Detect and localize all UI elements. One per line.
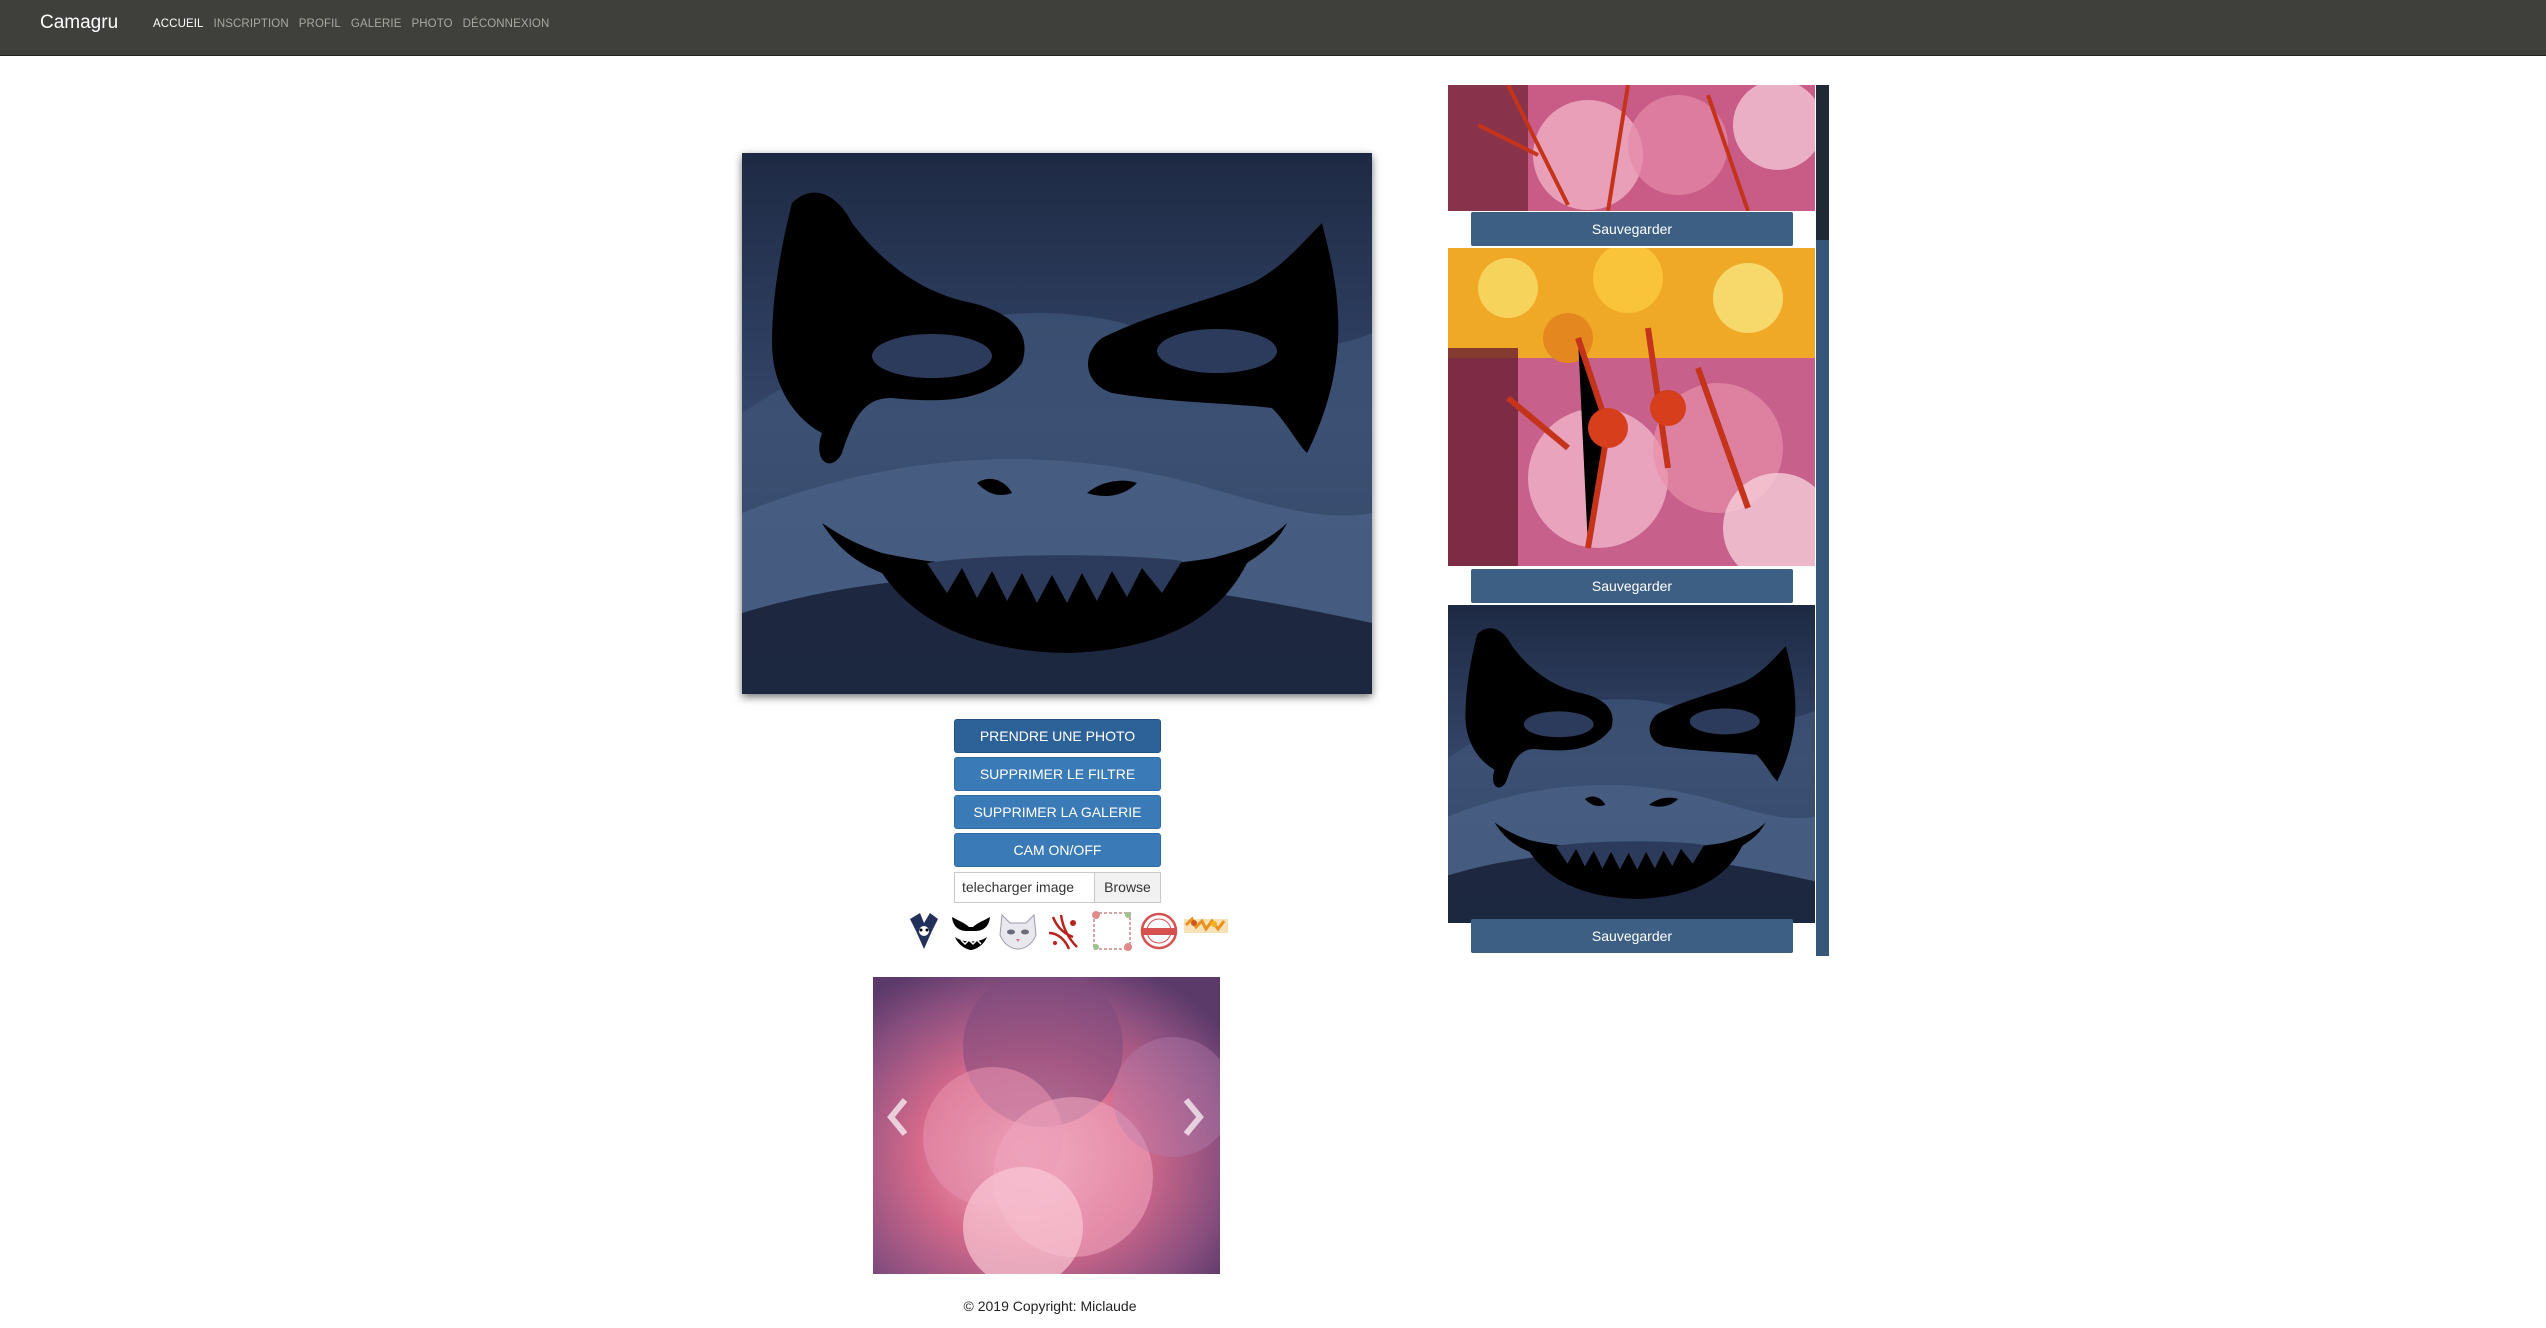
save-button[interactable]: Sauvegarder (1471, 212, 1793, 246)
jester-filter-icon[interactable] (902, 909, 946, 953)
carousel-next-icon[interactable] (1178, 1092, 1208, 1142)
gallery-scrollbar-thumb[interactable] (1816, 240, 1829, 956)
brand-logo[interactable]: Camagru (40, 12, 118, 34)
gallery-image (1448, 85, 1815, 211)
gallery-panel: Sauvegarder Sauvegarder Sauvegarder (1448, 85, 1830, 956)
cat-mask-filter-icon[interactable] (996, 909, 1040, 953)
nav-link-galerie[interactable]: GALERIE (351, 18, 402, 30)
filter-list (902, 909, 1229, 955)
nav-link-profil[interactable]: PROFIL (299, 18, 341, 30)
camera-preview (742, 153, 1372, 694)
preview-image (742, 153, 1372, 694)
gallery-item (1448, 248, 1815, 566)
browse-button[interactable]: Browse (1094, 873, 1160, 902)
nav-link-inscription[interactable]: INSCRIPTION (214, 18, 289, 30)
copyright-footer: © 2019 Copyright: Miclaude (963, 1298, 1137, 1314)
nav-link-deconnexion[interactable]: DÉCONNEXION (463, 18, 550, 30)
flower-frame-filter-icon[interactable] (1090, 909, 1134, 953)
gallery-scrollbar[interactable] (1816, 85, 1829, 956)
autumn-leaves-filter-icon[interactable] (1184, 909, 1228, 953)
take-photo-button[interactable]: PRENDRE UNE PHOTO (954, 719, 1161, 753)
nav-link-photo[interactable]: PHOTO (411, 18, 452, 30)
carousel-image (873, 977, 1220, 1274)
carousel-prev-icon[interactable] (883, 1092, 913, 1142)
upload-field[interactable]: telecharger image Browse (954, 872, 1161, 903)
nav-links: ACCUEIL INSCRIPTION PROFIL GALERIE PHOTO… (153, 18, 549, 30)
save-button[interactable]: Sauvegarder (1471, 919, 1793, 953)
navbar: Camagru ACCUEIL INSCRIPTION PROFIL GALER… (0, 0, 2546, 56)
photo-carousel (873, 977, 1220, 1274)
save-button[interactable]: Sauvegarder (1471, 569, 1793, 603)
nav-link-accueil[interactable]: ACCUEIL (153, 18, 204, 30)
gallery-item (1448, 605, 1815, 923)
upload-label: telecharger image (962, 879, 1075, 895)
delete-gallery-button[interactable]: SUPPRIMER LA GALERIE (954, 795, 1161, 829)
cam-toggle-button[interactable]: CAM ON/OFF (954, 833, 1161, 867)
stamp-filter-icon[interactable] (1137, 909, 1181, 953)
blood-splatter-filter-icon[interactable] (1043, 909, 1087, 953)
gallery-item (1448, 85, 1815, 211)
gallery-image (1448, 248, 1815, 566)
joker-mask-filter-icon[interactable] (949, 909, 993, 953)
remove-filter-button[interactable]: SUPPRIMER LE FILTRE (954, 757, 1161, 791)
gallery-image (1448, 605, 1815, 923)
